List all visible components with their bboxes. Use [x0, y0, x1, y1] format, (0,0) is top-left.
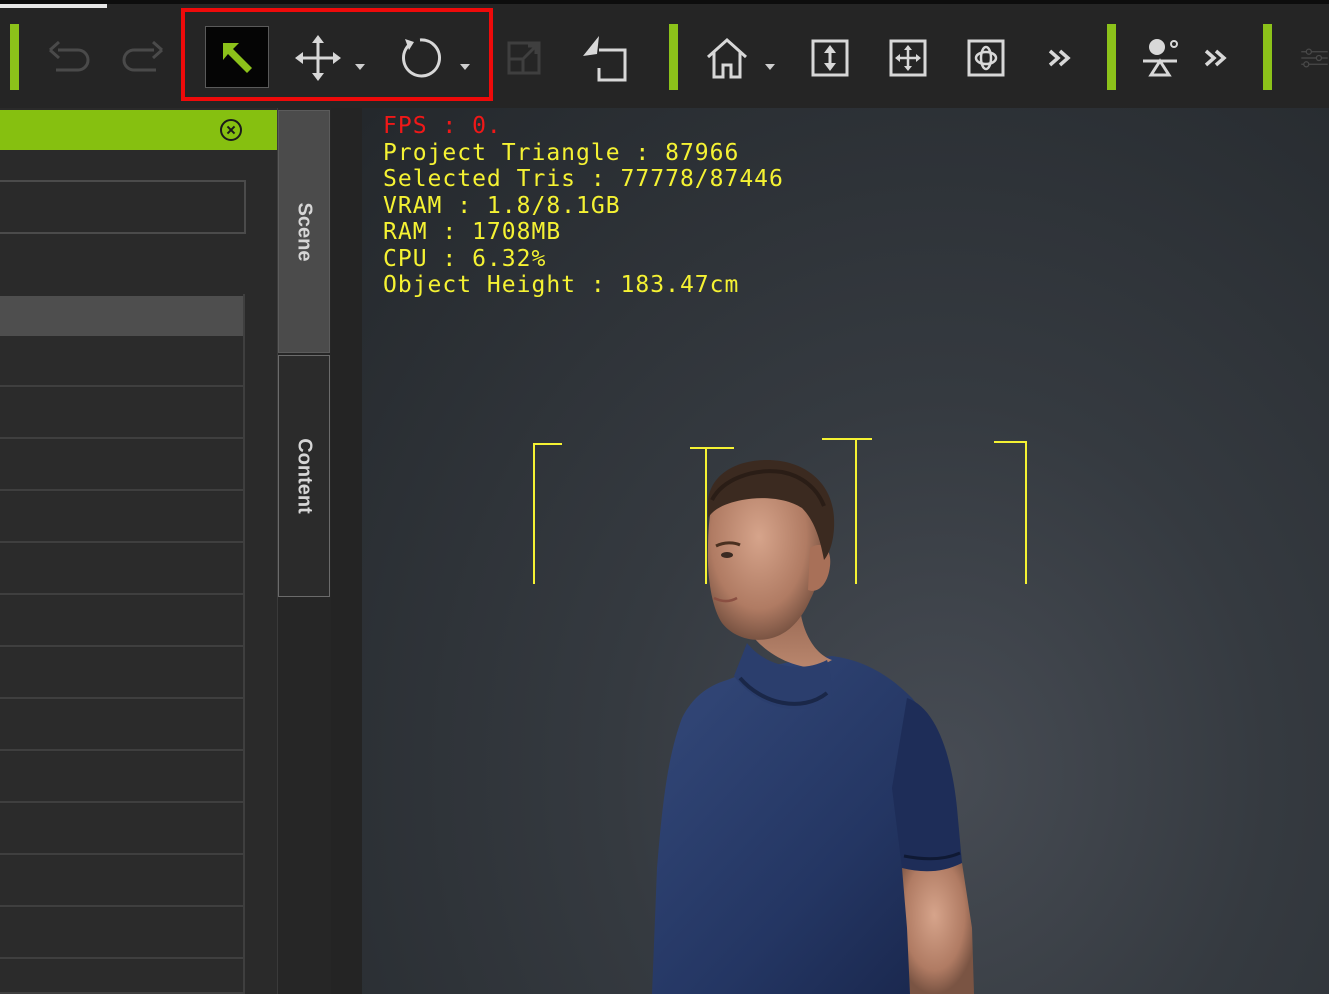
export-button[interactable] [574, 26, 632, 90]
undo-icon [49, 40, 90, 72]
more-tools-button[interactable] [1040, 26, 1080, 90]
toolbar-separator [10, 24, 19, 90]
list-item[interactable] [0, 492, 244, 543]
close-icon[interactable] [220, 119, 242, 141]
scale-tool-button[interactable] [500, 26, 548, 90]
stats-overlay: FPS : 0. Project Triangle : 87966 Select… [383, 113, 784, 299]
project-triangle-readout: Project Triangle : 87966 [383, 139, 740, 166]
list-header [0, 296, 244, 336]
list-item[interactable] [0, 804, 244, 855]
export-icon [583, 36, 627, 82]
fps-readout: FPS : 0. [383, 113, 502, 139]
list-item[interactable] [0, 544, 244, 595]
scale-icon [507, 41, 541, 75]
tab-content-label: Content [293, 438, 316, 514]
orbit-view-button[interactable] [962, 26, 1010, 90]
redo-button[interactable] [116, 26, 172, 90]
home-icon [706, 37, 748, 79]
list-item[interactable] [0, 440, 244, 491]
sliders-icon [1301, 48, 1328, 68]
more-tools-button[interactable] [1196, 26, 1236, 90]
object-height-readout: Object Height : 183.47cm [383, 272, 740, 298]
list-item[interactable] [0, 336, 244, 387]
panel-header [0, 110, 277, 150]
double-chevron-icon [1204, 49, 1227, 67]
search-input[interactable] [0, 180, 246, 234]
highlight-box [181, 8, 493, 101]
pan-icon [889, 39, 927, 77]
orbit-icon [967, 39, 1005, 77]
toolbar-separator [1263, 24, 1272, 90]
list-item[interactable] [0, 960, 244, 994]
light-icon [1143, 39, 1178, 77]
cpu-readout: CPU : 6.32% [383, 245, 547, 272]
list-item[interactable] [0, 388, 244, 439]
list-item[interactable] [0, 596, 244, 647]
list-item[interactable] [0, 700, 244, 751]
camera-home-button[interactable] [700, 26, 754, 90]
ram-readout: RAM : 1708MB [383, 219, 562, 245]
toolbar-separator [1107, 24, 1116, 90]
list-scroll-border [243, 294, 245, 994]
vram-readout: VRAM : 1.8/8.1GB [383, 192, 621, 219]
redo-icon [122, 40, 163, 72]
list-item[interactable] [0, 752, 244, 803]
double-chevron-icon [1048, 49, 1071, 67]
settings-button[interactable] [1288, 26, 1329, 90]
tab-scene-label: Scene [293, 202, 316, 261]
undo-button[interactable] [40, 26, 96, 90]
tab-scene[interactable]: Scene [278, 110, 330, 353]
selected-tris-readout: Selected Tris : 77778/87446 [383, 166, 784, 192]
list-item[interactable] [0, 648, 244, 699]
list-item[interactable] [0, 856, 244, 907]
scene-panel [0, 108, 277, 994]
fit-vertical-icon [811, 39, 849, 77]
light-button[interactable] [1134, 26, 1186, 90]
tab-content[interactable]: Content [278, 355, 330, 597]
toolbar-separator [669, 24, 678, 90]
fit-view-button[interactable] [806, 26, 854, 90]
list-item[interactable] [0, 908, 244, 959]
camera-dropdown-caret[interactable] [765, 64, 775, 70]
panel-gap [331, 108, 362, 994]
pan-view-button[interactable] [884, 26, 932, 90]
tab-indicator [0, 4, 107, 8]
